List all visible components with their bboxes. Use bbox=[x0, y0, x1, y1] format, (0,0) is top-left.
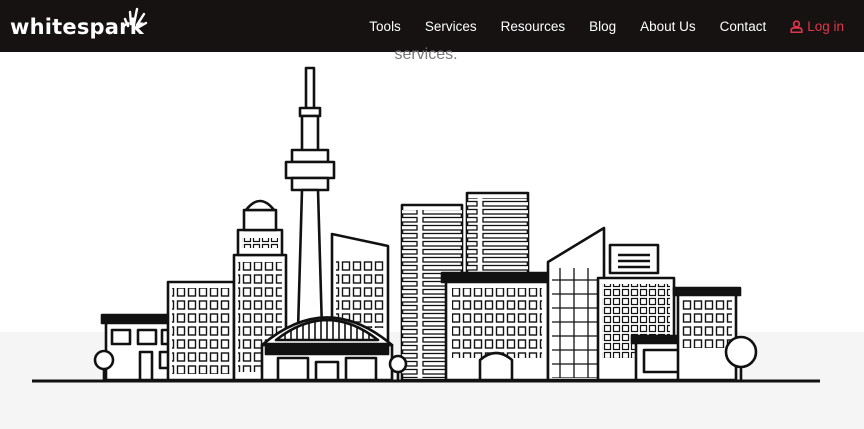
spark-icon bbox=[123, 7, 148, 29]
cn-tower-mast bbox=[304, 66, 316, 112]
login-link[interactable]: Log in bbox=[790, 19, 844, 34]
nav-contact[interactable]: Contact bbox=[720, 19, 767, 34]
tree-mid bbox=[388, 354, 408, 374]
login-label: Log in bbox=[807, 18, 844, 34]
top-navbar: whitespark Tools Services Resources Blog… bbox=[0, 0, 864, 52]
billboard bbox=[608, 243, 660, 275]
nav-blog[interactable]: Blog bbox=[589, 19, 616, 34]
tree-right bbox=[724, 335, 758, 369]
nav-services[interactable]: Services bbox=[425, 19, 477, 34]
tree-left bbox=[93, 349, 115, 371]
brand-logo[interactable]: whitespark bbox=[10, 7, 148, 41]
user-icon bbox=[790, 19, 803, 33]
nav-about-us[interactable]: About Us bbox=[640, 19, 696, 34]
main-nav: Tools Services Resources Blog About Us C… bbox=[345, 0, 844, 52]
city-skyline-illustration bbox=[32, 66, 820, 383]
nav-resources[interactable]: Resources bbox=[501, 19, 566, 34]
nav-tools[interactable]: Tools bbox=[369, 19, 401, 34]
